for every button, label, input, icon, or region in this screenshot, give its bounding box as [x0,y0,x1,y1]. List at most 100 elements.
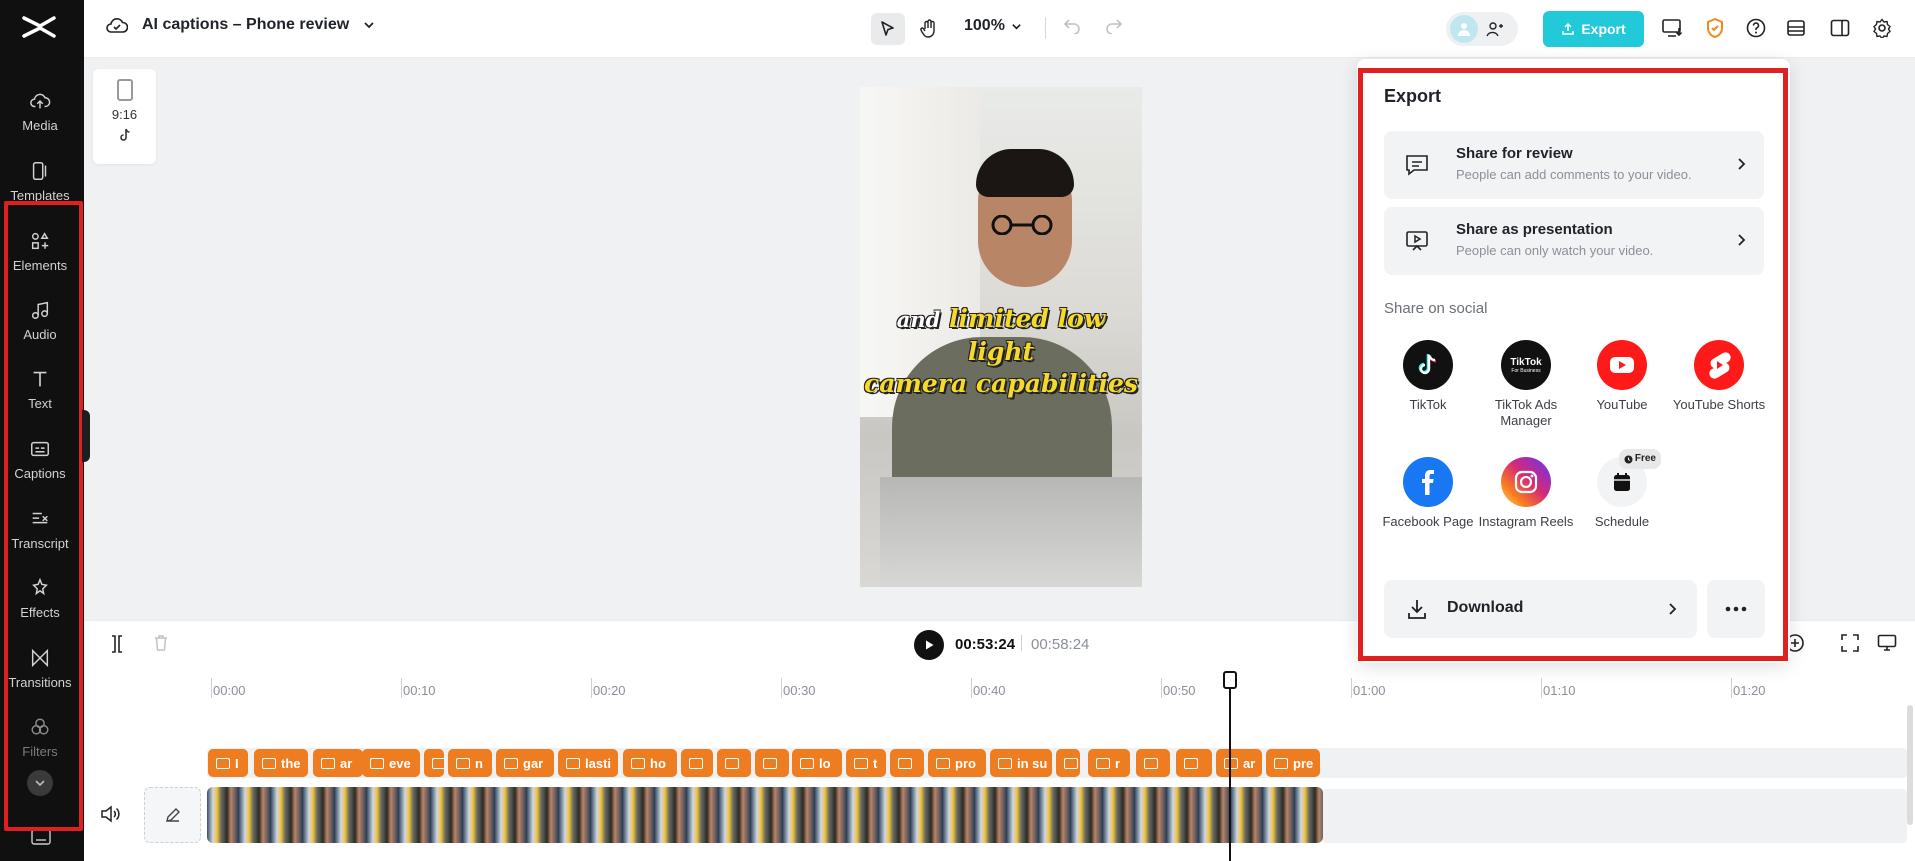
export-button[interactable]: Export [1543,11,1644,47]
video-clip[interactable] [207,787,1323,843]
download-icon [1408,600,1426,619]
caption-clip[interactable] [1056,749,1080,777]
time-separator [1021,635,1022,651]
fullscreen-icon[interactable] [1841,634,1859,652]
sidebar-item-captions[interactable]: Captions [0,428,80,490]
social-tiktok-ads-manager[interactable]: TikTok For Business TikTok Ads Manager [1478,340,1574,429]
split-icon[interactable] [108,634,126,654]
caption-clip[interactable]: in su [990,749,1052,777]
playhead-line [1229,672,1231,861]
collaborators[interactable] [1446,12,1518,46]
sidebar-expand-button[interactable] [27,770,53,796]
share-review-title: Share for review [1456,145,1573,162]
social-facebook-page[interactable]: Facebook Page [1380,457,1476,530]
more-options-button[interactable] [1707,580,1765,638]
download-label: Download [1447,599,1524,616]
zoom-dropdown[interactable]: 100% [964,17,1022,35]
caption-clip[interactable]: r [1088,749,1130,777]
keyboard-icon[interactable] [31,828,51,846]
social-youtube[interactable]: YouTube [1574,340,1670,413]
social-label: Facebook Page [1382,514,1474,529]
help-button[interactable] [1744,16,1768,40]
share-for-review-button[interactable]: Share for review People can add comments… [1384,131,1764,199]
select-tool-button[interactable] [871,13,905,45]
caption-clip-icon [689,757,703,769]
video-person-hair [976,149,1074,197]
layers-button[interactable] [1784,16,1808,40]
cloud-saved-icon [106,18,128,33]
chevron-down-icon [1012,23,1021,30]
social-youtube-shorts[interactable]: YouTube Shorts [1671,340,1767,413]
caption-clip[interactable]: pre [1266,749,1320,777]
sidebar-item-label: Transitions [8,674,72,690]
social-schedule[interactable]: Free Schedule [1574,449,1670,530]
cover-edit-button[interactable] [144,787,201,843]
panel-collapse-handle[interactable] [82,410,90,462]
avatar [1450,15,1478,43]
timeline-scrollbar[interactable] [1907,705,1913,825]
ruler-tick [211,678,212,698]
caption-clip-icon [456,757,470,769]
sidebar-item-elements[interactable]: Elements [0,220,80,282]
caption-clip[interactable] [1176,749,1212,777]
sidebar-item-filters[interactable]: Filters [0,706,80,768]
social-instagram-reels[interactable]: Instagram Reels [1478,457,1574,530]
caption-clip[interactable] [1136,749,1170,777]
monitor-download-button[interactable] [1661,16,1685,40]
share-review-subtitle: People can add comments to your video. [1456,167,1692,182]
video-preview[interactable]: and limited low light camera capabilitie… [860,87,1142,587]
caption-clip[interactable]: ( [424,749,444,777]
sidebar-item-transcript[interactable]: Transcript [0,498,80,560]
hand-tool-button[interactable] [912,13,946,45]
settings-button[interactable] [1870,16,1894,40]
share-as-presentation-button[interactable]: Share as presentation People can only wa… [1384,207,1764,275]
sidebar-item-audio[interactable]: Audio [0,289,80,351]
shield-button[interactable] [1703,16,1727,40]
sidebar-item-label: Templates [10,187,70,203]
video-caption-overlay[interactable]: and limited low light camera capabilitie… [860,303,1142,400]
caption-clip[interactable]: n [448,749,492,777]
caption-clip[interactable] [681,749,713,777]
caption-clip[interactable]: lo [792,749,842,777]
caption-clip[interactable]: I [208,749,248,777]
cloud-upload-icon [30,93,51,108]
social-tiktok[interactable]: TikTok [1380,340,1476,413]
share-presentation-title: Share as presentation [1456,221,1613,238]
caption-clip[interactable] [717,749,751,777]
youtube-icon [1597,340,1647,390]
play-button[interactable] [914,630,944,660]
trash-icon[interactable] [153,634,169,652]
redo-icon[interactable] [1105,16,1123,34]
templates-icon [32,161,47,180]
download-button[interactable]: Download [1384,580,1697,638]
comment-icon [1406,155,1428,176]
caption-clip[interactable]: the [254,749,308,777]
caption-clip[interactable]: ar [1216,749,1262,777]
sidebar-item-templates[interactable]: Templates [0,150,80,212]
playhead-handle[interactable] [1223,671,1237,689]
mute-track-icon[interactable] [100,805,120,823]
caption-clip[interactable]: lasti [558,749,618,777]
caption-clip[interactable]: eve [362,749,420,777]
layout-panel-button[interactable] [1828,16,1852,40]
caption-clip[interactable] [890,749,924,777]
sidebar-item-effects[interactable]: Effects [0,567,80,629]
caption-clip[interactable]: gar [496,749,554,777]
sidebar-item-label: Transcript [11,535,69,551]
caption-clip[interactable]: ho [623,749,677,777]
sidebar-item-text[interactable]: Text [0,358,80,420]
project-title-area[interactable]: AI captions – Phone review [106,16,375,34]
sidebar-item-transitions[interactable]: Transitions [0,637,80,699]
caption-clip[interactable]: t [846,749,886,777]
ruler-tick [1731,678,1732,698]
caption-clip[interactable] [755,749,789,777]
caption-clip[interactable]: ar [313,749,363,777]
caption-clip[interactable]: pro [928,749,986,777]
undo-icon[interactable] [1063,16,1081,34]
sidebar-item-media[interactable]: Media [0,80,80,142]
aspect-ratio-card[interactable]: 9:16 [93,69,156,164]
caption-line-1-main: limited low light [949,304,1106,366]
social-label: Instagram Reels [1478,514,1574,529]
music-note-icon [31,301,49,319]
preview-monitor-icon[interactable] [1877,634,1897,652]
